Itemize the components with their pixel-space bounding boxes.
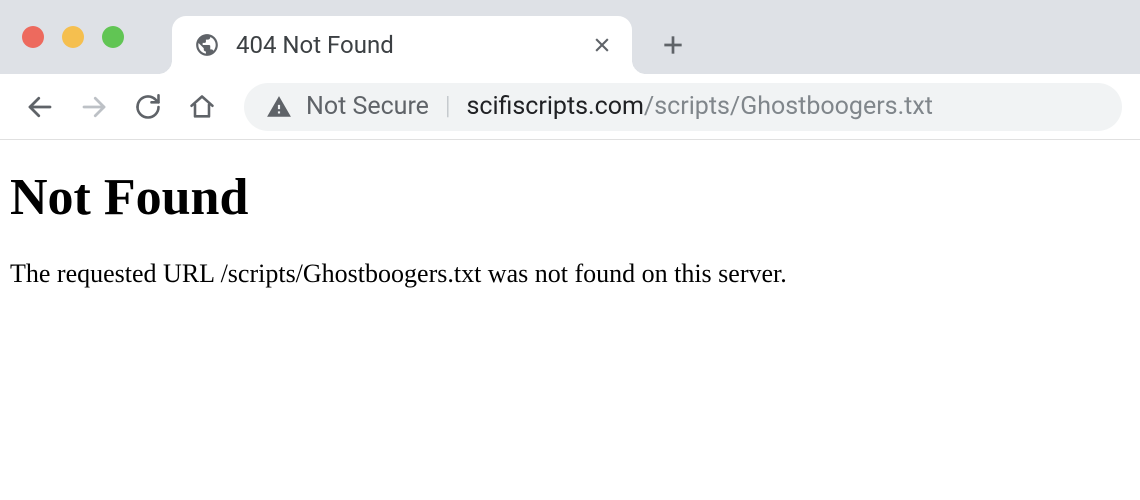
url-path: /scripts/Ghostboogers.txt <box>644 92 933 121</box>
browser-tab[interactable]: 404 Not Found <box>172 0 632 74</box>
new-tab-button[interactable] <box>660 32 686 58</box>
error-message: The requested URL /scripts/Ghostboogers.… <box>10 259 1130 289</box>
back-button[interactable] <box>18 85 62 129</box>
tab-title: 404 Not Found <box>236 31 576 59</box>
window-minimize-button[interactable] <box>62 26 84 48</box>
error-heading: Not Found <box>10 168 1130 227</box>
page-content: Not Found The requested URL /scripts/Gho… <box>0 140 1140 317</box>
browser-toolbar: Not Secure | scifiscripts.com/scripts/Gh… <box>0 74 1140 140</box>
forward-button[interactable] <box>72 85 116 129</box>
macos-window-controls <box>0 26 124 48</box>
tab-strip: 404 Not Found <box>0 0 1140 74</box>
close-tab-button[interactable] <box>592 35 612 55</box>
separator: | <box>445 92 451 121</box>
window-fullscreen-button[interactable] <box>102 26 124 48</box>
globe-icon <box>194 32 220 58</box>
window-close-button[interactable] <box>22 26 44 48</box>
url-host: scifiscripts.com <box>466 92 643 121</box>
security-status-label: Not Secure <box>306 92 429 121</box>
reload-button[interactable] <box>126 85 170 129</box>
address-bar[interactable]: Not Secure | scifiscripts.com/scripts/Gh… <box>244 83 1122 131</box>
home-button[interactable] <box>180 85 224 129</box>
not-secure-icon <box>266 94 292 120</box>
